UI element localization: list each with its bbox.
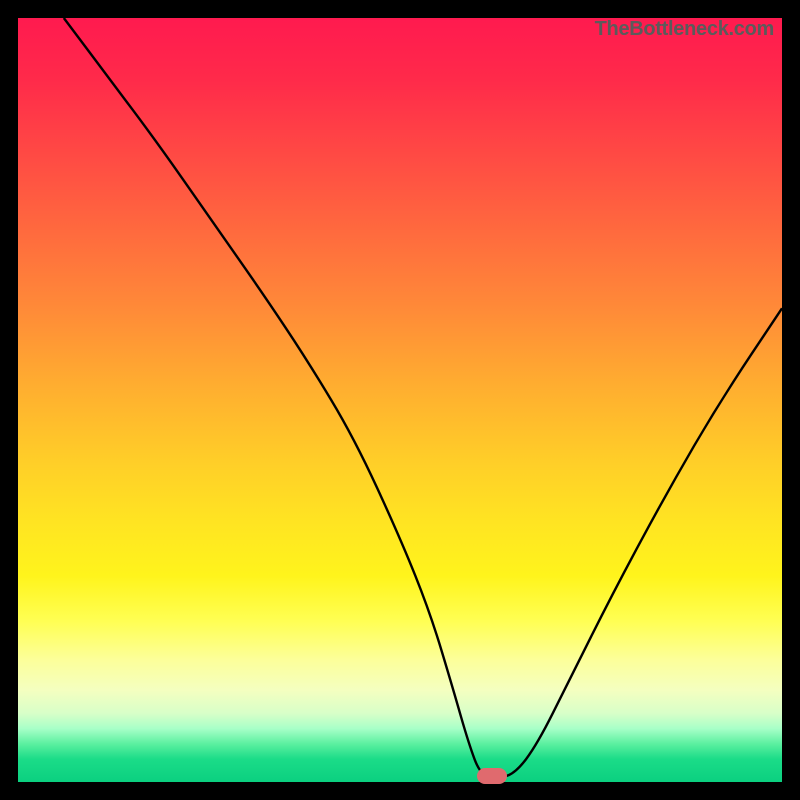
plot-area: TheBottleneck.com bbox=[18, 18, 782, 782]
optimum-marker bbox=[477, 768, 507, 784]
chart-frame: TheBottleneck.com bbox=[0, 0, 800, 800]
bottleneck-curve bbox=[64, 18, 782, 777]
curve-svg bbox=[18, 18, 782, 782]
